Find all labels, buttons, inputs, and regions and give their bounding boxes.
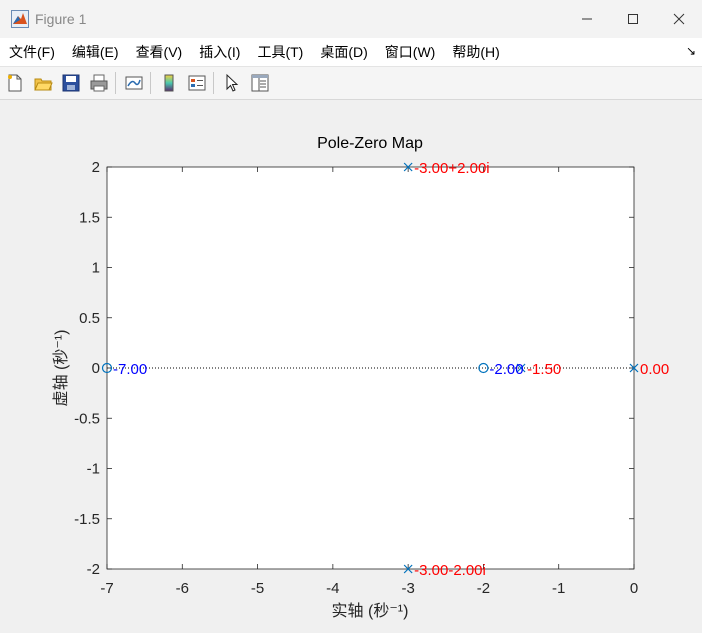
toolbar — [0, 67, 702, 100]
close-icon — [673, 13, 685, 25]
x-tick-label: -2 — [477, 580, 490, 597]
toolbar-separator — [115, 72, 116, 94]
menu-tools[interactable]: 工具(T) — [248, 42, 311, 62]
data-label: 0.00 — [640, 361, 669, 378]
legend-button[interactable] — [184, 70, 210, 96]
colorbar-button[interactable] — [156, 70, 182, 96]
menu-help[interactable]: 帮助(H) — [443, 42, 507, 62]
figure-window: Figure 1 文件(F) 编辑(E) 查看(V) 插入(I) 工具(T) 桌… — [0, 0, 702, 628]
new-figure-icon — [8, 74, 22, 92]
y-tick-label: 1.5 — [79, 209, 100, 226]
data-label: -7.00 — [113, 361, 147, 378]
data-label: -3.00+2.00i — [414, 160, 489, 177]
menu-bar: 文件(F) 编辑(E) 查看(V) 插入(I) 工具(T) 桌面(D) 窗口(W… — [0, 38, 702, 67]
colorbar-icon — [164, 74, 174, 92]
select-pointer-icon — [226, 73, 239, 92]
property-editor-button[interactable] — [247, 70, 273, 96]
menu-window[interactable]: 窗口(W) — [376, 42, 444, 62]
x-tick-label: -4 — [326, 580, 339, 597]
y-tick-label: -0.5 — [74, 410, 100, 427]
minimize-icon — [582, 18, 592, 20]
save-icon — [62, 74, 80, 92]
link-plot-button[interactable] — [121, 70, 147, 96]
print-icon — [90, 74, 108, 92]
y-tick-label: 2 — [92, 159, 100, 176]
pole-zero-plot: -7 -6 -5 -4 -3 -2 -1 0 -2 -1.5 -1 -0.5 0 0.5 1 1.5 2 -3.… — [52, 135, 669, 620]
x-tick-label: -7 — [100, 580, 113, 597]
title-bar: Figure 1 — [0, 0, 702, 38]
new-figure-button[interactable] — [2, 70, 28, 96]
y-tick-label: 1 — [92, 260, 100, 277]
window-controls — [564, 0, 702, 38]
legend-icon — [188, 75, 206, 91]
maximize-icon — [628, 14, 638, 24]
x-tick-label: 0 — [630, 580, 638, 597]
y-tick-label: 0.5 — [79, 310, 100, 327]
open-file-button[interactable] — [30, 70, 56, 96]
y-tick-label: -1.5 — [74, 511, 100, 528]
data-label: -2.00 — [489, 361, 523, 378]
window-title: Figure 1 — [35, 11, 87, 27]
x-tick-label: -6 — [176, 580, 189, 597]
y-tick-label: -1 — [87, 461, 100, 478]
close-button[interactable] — [656, 0, 702, 38]
menu-view[interactable]: 查看(V) — [127, 42, 191, 62]
link-plot-icon — [125, 76, 143, 90]
x-axis-label: 实轴 (秒⁻¹) — [332, 602, 409, 620]
menu-overflow-arrow-icon[interactable]: ↘ — [686, 44, 696, 58]
menu-insert[interactable]: 插入(I) — [190, 42, 248, 62]
open-file-icon — [34, 78, 53, 91]
x-tick-label: -3 — [401, 580, 414, 597]
maximize-button[interactable] — [610, 0, 656, 38]
minimize-button[interactable] — [564, 0, 610, 38]
toolbar-separator — [213, 72, 214, 94]
x-tick-label: -5 — [251, 580, 264, 597]
matlab-icon — [11, 10, 29, 28]
save-button[interactable] — [58, 70, 84, 96]
menu-desktop[interactable]: 桌面(D) — [311, 42, 375, 62]
chart-title: Pole-Zero Map — [317, 135, 423, 152]
menu-edit[interactable]: 编辑(E) — [63, 42, 127, 62]
x-tick-label: -1 — [552, 580, 565, 597]
toolbar-separator — [150, 72, 151, 94]
menu-file[interactable]: 文件(F) — [0, 42, 63, 62]
y-axis-label: 虚轴 (秒⁻¹) — [52, 330, 70, 407]
data-label: -1.50 — [527, 361, 561, 378]
select-pointer-button[interactable] — [219, 70, 245, 96]
print-button[interactable] — [86, 70, 112, 96]
data-label: -3.00-2.00i — [414, 562, 486, 579]
y-tick-label: 0 — [92, 360, 100, 377]
y-tick-label: -2 — [87, 561, 100, 578]
property-editor-icon — [251, 74, 269, 92]
figure-canvas: -7 -6 -5 -4 -3 -2 -1 0 -2 -1.5 -1 -0.5 0 0.5 1 1.5 2 -3.… — [0, 100, 702, 628]
